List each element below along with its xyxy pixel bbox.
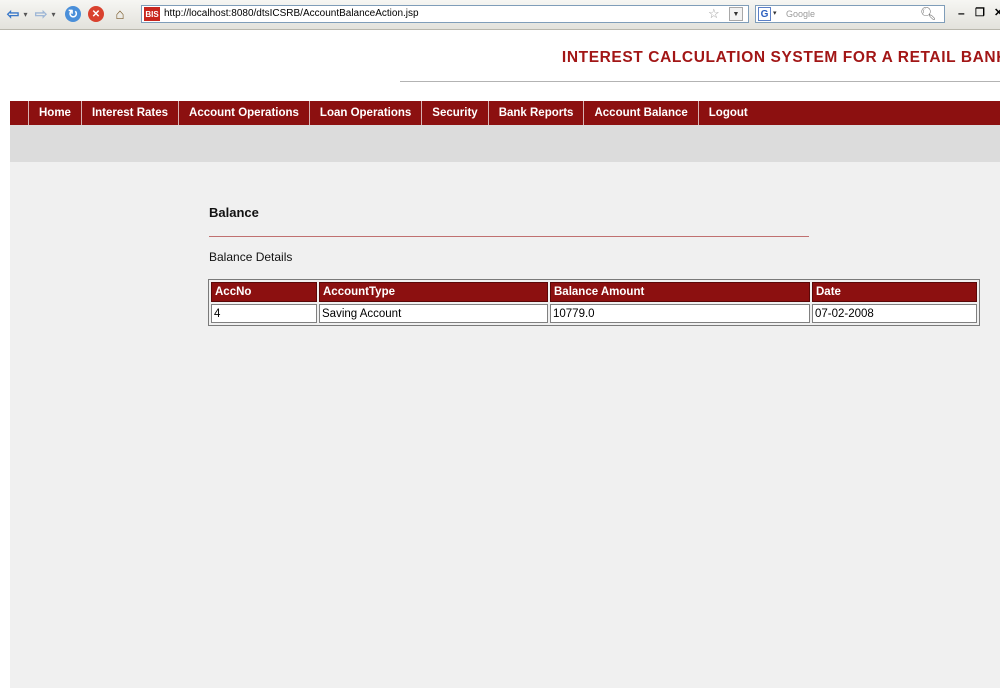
back-dropdown-icon[interactable]: ▾ [21, 6, 30, 22]
cell-account-type: Saving Account [319, 304, 548, 323]
nav-loan-operations[interactable]: Loan Operations [310, 101, 423, 125]
search-placeholder[interactable]: Google [786, 9, 815, 19]
url-dropdown-icon[interactable]: ▼ [729, 7, 743, 21]
stop-icon[interactable]: ✕ [88, 6, 104, 22]
column-header-accno: AccNo [211, 282, 317, 302]
table-row: 4 Saving Account 10779.0 07-02-2008 [211, 304, 977, 323]
browser-toolbar: ⇦ ▾ ⇨ ▾ ↻ ✕ ⌂ BIS http://localhost:8080/… [0, 0, 1000, 30]
main-navbar: Home Interest Rates Account Operations L… [10, 101, 1000, 125]
balance-table: AccNo AccountType Balance Amount Date 4 … [208, 279, 980, 326]
nav-logout[interactable]: Logout [699, 101, 758, 125]
close-icon[interactable]: ✕ [994, 6, 1000, 19]
content-area: Balance Balance Details AccNo AccountTyp… [10, 162, 1000, 688]
address-bar[interactable]: BIS http://localhost:8080/dtsICSRB/Accou… [141, 5, 749, 23]
url-text[interactable]: http://localhost:8080/dtsICSRB/AccountBa… [164, 8, 419, 19]
page-viewport: INTEREST CALCULATION SYSTEM FOR A RETAIL… [0, 30, 1000, 688]
back-icon[interactable]: ⇦ [4, 6, 22, 23]
star-icon[interactable]: ☆ [708, 6, 720, 22]
reload-icon[interactable]: ↻ [65, 6, 81, 22]
left-margin [0, 125, 10, 688]
column-header-balance-amount: Balance Amount [550, 282, 810, 302]
nav-security[interactable]: Security [422, 101, 489, 125]
page-title: INTEREST CALCULATION SYSTEM FOR A RETAIL… [561, 49, 1000, 66]
cell-accno: 4 [211, 304, 317, 323]
cell-date: 07-02-2008 [812, 304, 977, 323]
navbar-spacer [10, 101, 29, 125]
column-header-account-type: AccountType [319, 282, 548, 302]
nav-home[interactable]: Home [29, 101, 82, 125]
minimize-icon[interactable]: – [958, 6, 965, 20]
cell-balance-amount: 10779.0 [550, 304, 810, 323]
sub-navbar [10, 125, 1000, 162]
title-divider [400, 81, 1000, 82]
table-header-row: AccNo AccountType Balance Amount Date [211, 282, 977, 302]
nav-bank-reports[interactable]: Bank Reports [489, 101, 585, 125]
section-subheading: Balance Details [209, 250, 293, 264]
section-divider [209, 236, 809, 237]
google-icon[interactable]: G [758, 7, 771, 21]
nav-account-operations[interactable]: Account Operations [179, 101, 310, 125]
nav-account-balance[interactable]: Account Balance [584, 101, 699, 125]
search-icon[interactable]: 🔍︎ [920, 6, 937, 22]
restore-icon[interactable]: ❐ [975, 6, 985, 19]
search-box[interactable]: G ▾ Google [755, 5, 945, 23]
site-favicon: BIS [144, 7, 160, 21]
forward-icon[interactable]: ⇨ [32, 6, 50, 23]
home-icon[interactable]: ⌂ [111, 6, 129, 23]
forward-dropdown-icon[interactable]: ▾ [49, 6, 58, 22]
column-header-date: Date [812, 282, 977, 302]
section-heading: Balance [209, 205, 259, 220]
nav-interest-rates[interactable]: Interest Rates [82, 101, 180, 125]
search-engine-dropdown-icon[interactable]: ▾ [773, 9, 777, 17]
